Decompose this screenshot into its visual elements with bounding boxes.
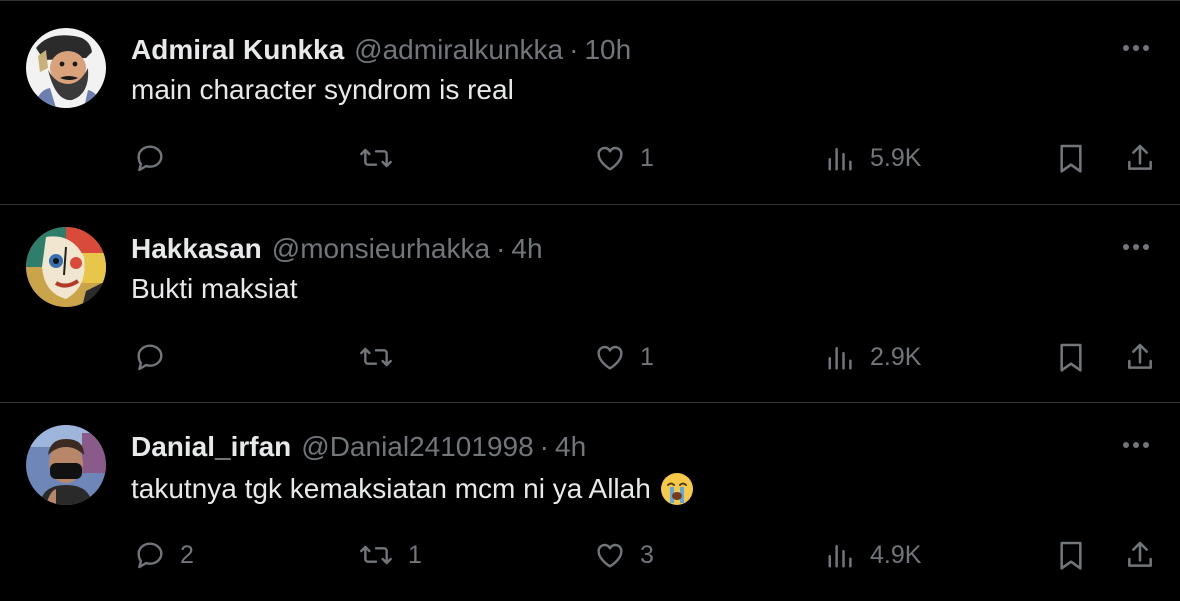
- like-count: 3: [640, 540, 654, 569]
- tweet-actions: 1 5.9K: [0, 138, 1180, 178]
- user-handle[interactable]: @Danial24101998: [301, 431, 533, 463]
- bookmark-icon: [1056, 341, 1086, 373]
- tweet-text: takutnya tgk kemaksiatan mcm ni ya Allah: [131, 471, 695, 507]
- avatar[interactable]: [26, 28, 106, 108]
- retweet-count: 1: [408, 540, 422, 569]
- more-icon[interactable]: [1116, 433, 1156, 457]
- reply-icon: [134, 341, 166, 373]
- bookmark-button[interactable]: [1056, 138, 1086, 178]
- retweet-icon: [358, 539, 394, 571]
- views-count: 4.9K: [870, 540, 922, 569]
- reply-icon: [134, 142, 166, 174]
- reply-button[interactable]: [134, 138, 166, 178]
- bookmark-icon: [1056, 539, 1086, 571]
- tweet[interactable]: Danial_irfan @Danial24101998 · 4h takutn…: [0, 402, 1180, 601]
- views-button[interactable]: 4.9K: [826, 535, 921, 575]
- like-button[interactable]: 1: [594, 138, 654, 178]
- share-button[interactable]: [1124, 138, 1156, 178]
- tweet-text: main character syndrom is real: [131, 74, 514, 106]
- avatar[interactable]: [26, 425, 106, 505]
- share-icon: [1124, 142, 1156, 174]
- bookmark-button[interactable]: [1056, 535, 1086, 575]
- crying-face-emoji: [659, 471, 695, 507]
- tweet-text-content: Bukti maksiat: [131, 273, 298, 304]
- timestamp[interactable]: 10h: [584, 34, 631, 66]
- reply-icon: [134, 539, 166, 571]
- bookmark-button[interactable]: [1056, 337, 1086, 377]
- tweet-header: Danial_irfan @Danial24101998 · 4h: [131, 427, 586, 467]
- avatar[interactable]: [26, 227, 106, 307]
- tweet-text-content: takutnya tgk kemaksiatan mcm ni ya Allah: [131, 473, 651, 504]
- reply-button[interactable]: 2: [134, 535, 194, 575]
- share-button[interactable]: [1124, 535, 1156, 575]
- tweet-actions: 1 2.9K: [0, 337, 1180, 377]
- display-name[interactable]: Hakkasan: [131, 233, 262, 265]
- views-count: 2.9K: [870, 342, 922, 371]
- top-divider: [0, 0, 1180, 1]
- tweet[interactable]: Admiral Kunkka @admiralkunkka · 10h main…: [0, 6, 1180, 204]
- like-button[interactable]: 1: [594, 337, 654, 377]
- retweet-icon: [358, 341, 394, 373]
- more-icon[interactable]: [1116, 235, 1156, 259]
- retweet-button[interactable]: [358, 337, 394, 377]
- like-icon: [594, 539, 626, 571]
- timestamp[interactable]: 4h: [511, 233, 542, 265]
- views-icon: [826, 342, 856, 372]
- views-icon: [826, 540, 856, 570]
- like-count: 1: [640, 342, 654, 371]
- display-name[interactable]: Admiral Kunkka: [131, 34, 344, 66]
- share-icon: [1124, 341, 1156, 373]
- retweet-button[interactable]: [358, 138, 394, 178]
- share-icon: [1124, 539, 1156, 571]
- views-button[interactable]: 5.9K: [826, 138, 921, 178]
- reply-count: 2: [180, 540, 194, 569]
- views-button[interactable]: 2.9K: [826, 337, 921, 377]
- retweet-button[interactable]: 1: [358, 535, 422, 575]
- views-count: 5.9K: [870, 143, 922, 172]
- user-handle[interactable]: @admiralkunkka: [354, 34, 563, 66]
- reply-button[interactable]: [134, 337, 166, 377]
- like-icon: [594, 142, 626, 174]
- separator-dot: ·: [569, 34, 579, 65]
- tweet-text-content: main character syndrom is real: [131, 74, 514, 105]
- tweet-text: Bukti maksiat: [131, 273, 298, 305]
- more-icon[interactable]: [1116, 36, 1156, 60]
- views-icon: [826, 143, 856, 173]
- share-button[interactable]: [1124, 337, 1156, 377]
- tweet[interactable]: Hakkasan @monsieurhakka · 4h Bukti maksi…: [0, 204, 1180, 403]
- tweet-actions: 2 1 3 4.9K: [0, 535, 1180, 575]
- tweet-header: Hakkasan @monsieurhakka · 4h: [131, 229, 543, 269]
- retweet-icon: [358, 142, 394, 174]
- user-handle[interactable]: @monsieurhakka: [272, 233, 490, 265]
- tweet-header: Admiral Kunkka @admiralkunkka · 10h: [131, 30, 631, 70]
- separator-dot: ·: [496, 233, 506, 264]
- bookmark-icon: [1056, 142, 1086, 174]
- like-icon: [594, 341, 626, 373]
- separator-dot: ·: [539, 431, 549, 462]
- like-button[interactable]: 3: [594, 535, 654, 575]
- display-name[interactable]: Danial_irfan: [131, 431, 291, 463]
- timestamp[interactable]: 4h: [555, 431, 586, 463]
- like-count: 1: [640, 143, 654, 172]
